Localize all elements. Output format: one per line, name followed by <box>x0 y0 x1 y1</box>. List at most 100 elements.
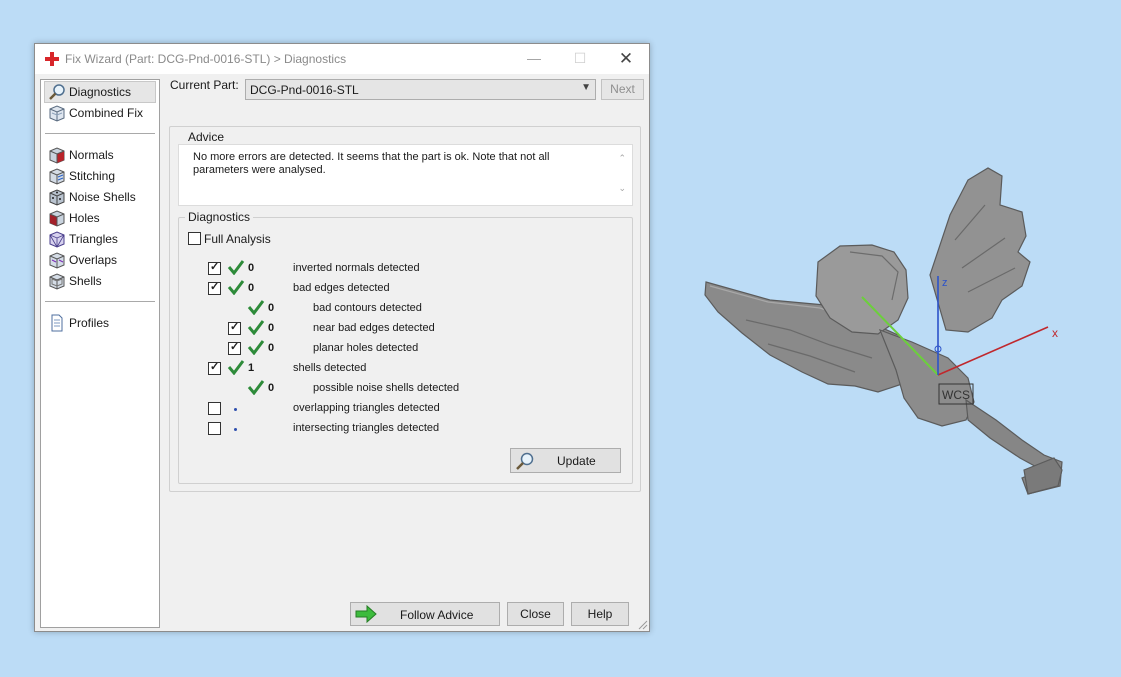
layered-cube-icon <box>49 105 65 122</box>
shells-text: shells detected <box>293 362 367 374</box>
planar-holes-count: 0 <box>268 342 275 354</box>
check-ok-icon <box>227 360 245 375</box>
inverted-normals-checkbox[interactable]: ✓ <box>208 261 221 275</box>
nav-label-normals: Normals <box>69 148 114 162</box>
full-analysis-label: Full Analysis <box>204 232 271 246</box>
close-button[interactable]: Close <box>507 602 564 626</box>
magnifier-icon <box>49 84 65 100</box>
near-bad-edges-text: near bad edges detected <box>313 322 435 334</box>
nav-label-stitching: Stitching <box>69 169 116 183</box>
nav-item-overlaps[interactable]: Overlaps <box>45 250 155 270</box>
fix-wizard-dialog: Fix Wizard (Part: DCG-Pnd-0016-STL) > Di… <box>34 43 650 632</box>
inverted-normals-count: 0 <box>248 262 255 274</box>
nav-item-profiles[interactable]: Profiles <box>45 313 155 333</box>
current-part-dropdown[interactable]: DCG-Pnd-0016-STL ▼ <box>245 79 596 100</box>
nav-label-noise-shells: Noise Shells <box>69 190 136 204</box>
triangles-cube-icon <box>49 231 65 248</box>
advice-box: No more errors are detected. It seems th… <box>178 144 633 206</box>
nav-item-combined-fix[interactable]: Combined Fix <box>45 103 155 123</box>
normals-cube-icon <box>49 147 65 164</box>
bad-contours-text: bad contours detected <box>313 302 422 314</box>
intersecting-triangles-text: intersecting triangles detected <box>293 422 440 434</box>
nav-label-triangles: Triangles <box>69 232 118 246</box>
check-ok-icon <box>247 340 265 355</box>
advice-text: No more errors are detected. It seems th… <box>193 151 550 176</box>
nav-separator <box>45 133 155 134</box>
nav-item-holes[interactable]: Holes <box>45 208 155 228</box>
check-ok-icon <box>247 380 265 395</box>
update-button[interactable]: Update <box>510 448 621 473</box>
nav-item-diagnostics[interactable]: Diagnostics <box>44 81 156 103</box>
stitching-cube-icon <box>49 168 65 185</box>
axis-x-label: x <box>1052 326 1058 340</box>
bad-edges-count: 0 <box>248 282 255 294</box>
maximize-button[interactable]: ☐ <box>557 44 603 74</box>
planar-holes-text: planar holes detected <box>313 342 419 354</box>
holes-cube-icon <box>49 210 65 227</box>
magnifier-icon <box>516 452 534 470</box>
window-title: Fix Wizard (Part: DCG-Pnd-0016-STL) > Di… <box>65 52 347 66</box>
red-cross-app-icon <box>45 52 59 66</box>
bad-contours-count: 0 <box>268 302 275 314</box>
wcs-label: WCS <box>942 388 970 402</box>
follow-advice-label: Follow Advice <box>400 608 474 622</box>
overlapping-triangles-text: overlapping triangles detected <box>293 402 440 414</box>
bad-edges-text: bad edges detected <box>293 282 390 294</box>
nav-label-overlaps: Overlaps <box>69 253 118 267</box>
nav-separator <box>45 301 155 302</box>
planar-holes-checkbox[interactable]: ✓ <box>228 341 241 355</box>
check-ok-icon <box>247 320 265 335</box>
overlaps-cube-icon <box>49 252 65 269</box>
near-bad-edges-count: 0 <box>268 322 275 334</box>
not-analysed-dot-icon <box>234 408 237 411</box>
title-bar[interactable]: Fix Wizard (Part: DCG-Pnd-0016-STL) > Di… <box>35 44 649 74</box>
diagnostics-title: Diagnostics <box>185 210 254 224</box>
nav-label-shells: Shells <box>69 274 102 288</box>
overlapping-triangles-checkbox[interactable] <box>208 402 221 415</box>
intersecting-triangles-checkbox[interactable] <box>208 422 221 435</box>
nav-item-stitching[interactable]: Stitching <box>45 166 155 186</box>
x-axis-line <box>937 326 1049 376</box>
nav-item-noise-shells[interactable]: Noise Shells <box>45 187 155 207</box>
current-part-label: Current Part: <box>170 78 239 92</box>
shells-count: 1 <box>248 362 255 374</box>
update-label: Update <box>557 454 596 468</box>
follow-advice-button[interactable]: Follow Advice <box>350 602 500 626</box>
check-ok-icon <box>247 300 265 315</box>
full-analysis-checkbox[interactable] <box>188 232 201 245</box>
nav-label-combined-fix: Combined Fix <box>69 106 144 120</box>
scroll-up-icon[interactable]: ⌃ <box>618 153 626 164</box>
3d-viewport[interactable]: x z WCS <box>650 0 1121 674</box>
scroll-down-icon[interactable]: ⌄ <box>618 183 626 194</box>
minimize-button[interactable]: — <box>511 44 557 74</box>
wizard-navigation: Diagnostics Combined Fix Normals Stitchi… <box>40 79 160 628</box>
check-ok-icon <box>227 280 245 295</box>
noise-shells-text: possible noise shells detected <box>313 382 460 394</box>
noise-shells-count: 0 <box>268 382 275 394</box>
inverted-normals-text: inverted normals detected <box>293 262 420 274</box>
close-window-button[interactable]: ✕ <box>603 44 649 74</box>
nav-label-diagnostics: Diagnostics <box>69 85 132 99</box>
shells-checkbox[interactable]: ✓ <box>208 361 221 375</box>
resize-grip-icon[interactable] <box>638 620 648 630</box>
check-ok-icon <box>227 260 245 275</box>
bad-edges-checkbox[interactable]: ✓ <box>208 281 221 295</box>
shells-cube-icon <box>49 273 65 290</box>
nav-label-profiles: Profiles <box>69 316 110 330</box>
noise-shells-cube-icon <box>49 189 65 206</box>
axis-z-label: z <box>942 277 948 289</box>
document-icon <box>51 314 63 332</box>
chevron-down-icon: ▼ <box>581 82 591 93</box>
not-analysed-dot-icon <box>234 428 237 431</box>
near-bad-edges-checkbox[interactable]: ✓ <box>228 321 241 335</box>
angel-model: x z WCS <box>704 167 1063 495</box>
help-button[interactable]: Help <box>571 602 629 626</box>
advice-title: Advice <box>185 130 228 144</box>
next-button[interactable]: Next <box>601 79 644 100</box>
nav-item-shells[interactable]: Shells <box>45 271 155 291</box>
nav-item-triangles[interactable]: Triangles <box>45 229 155 249</box>
nav-item-normals[interactable]: Normals <box>45 145 155 165</box>
green-arrow-icon <box>355 605 377 623</box>
current-part-value: DCG-Pnd-0016-STL <box>250 83 359 97</box>
nav-label-holes: Holes <box>69 211 100 225</box>
